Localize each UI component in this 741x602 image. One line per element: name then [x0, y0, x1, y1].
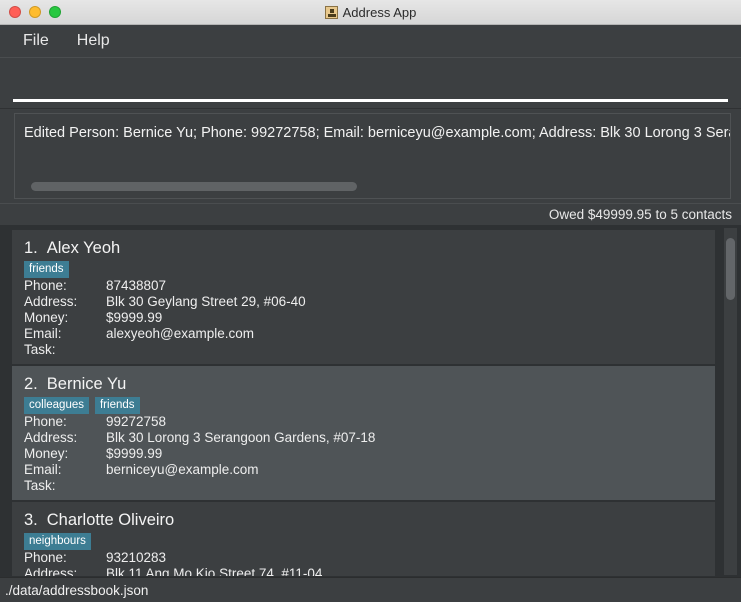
field-label-phone: Phone: — [24, 414, 67, 429]
person-field-phone: Phone: 99272758 — [24, 414, 715, 430]
person-list-panel: 1. Alex Yeoh friends Phone: 87438807 Address:… — [0, 225, 741, 577]
person-tags: neighbours — [24, 532, 715, 550]
menu-item-file[interactable]: File — [17, 30, 55, 52]
window-title: Address App — [342, 5, 417, 20]
person-field-money: Money: $9999.99 — [24, 310, 715, 326]
person-index: 3. — [24, 511, 38, 529]
person-field-address: Address: Blk 30 Geylang Street 29, #06-40 — [24, 294, 715, 310]
maximize-button[interactable] — [49, 6, 61, 18]
field-label-email: Email: — [24, 326, 62, 341]
field-label-money: Money: — [24, 310, 69, 325]
field-value-address: Blk 11 Ang Mo Kio Street 74, #11-04 — [106, 566, 323, 576]
minimize-button[interactable] — [29, 6, 41, 18]
field-value-phone: 93210283 — [106, 550, 167, 565]
field-value-money: $9999.99 — [106, 310, 163, 325]
person-field-email: Email: berniceyu@example.com — [24, 462, 715, 478]
save-location-path: ./data/addressbook.json — [5, 582, 149, 598]
window-title-group: Address App — [0, 0, 741, 25]
result-display-container: Edited Person: Bernice Yu; Phone: 992727… — [0, 108, 741, 203]
person-field-task: Task: — [24, 342, 715, 358]
person-index: 2. — [24, 375, 38, 393]
person-card-header: 3. Charlotte Oliveiro — [24, 509, 715, 531]
field-value-phone: 99272758 — [106, 414, 167, 429]
window-controls — [9, 6, 61, 18]
person-index: 1. — [24, 239, 38, 257]
field-value-money: $9999.99 — [106, 446, 163, 461]
person-card[interactable]: 3. Charlotte Oliveiro neighbours Phone: 9321… — [12, 502, 715, 576]
person-field-money: Money: $9999.99 — [24, 446, 715, 462]
tag-badge: colleagues — [24, 396, 89, 414]
person-name: Alex Yeoh — [46, 239, 121, 257]
result-display-text: Edited Person: Bernice Yu; Phone: 992727… — [24, 125, 730, 141]
person-list[interactable]: 1. Alex Yeoh friends Phone: 87438807 Address:… — [12, 230, 715, 576]
field-value-email: berniceyu@example.com — [106, 462, 259, 477]
person-field-phone: Phone: 93210283 — [24, 550, 715, 566]
field-label-task: Task: — [24, 342, 56, 357]
person-field-address: Address: Blk 11 Ang Mo Kio Street 74, #11… — [24, 566, 715, 576]
field-label-money: Money: — [24, 446, 69, 461]
command-box-container — [0, 57, 741, 107]
menu-item-help[interactable]: Help — [71, 30, 116, 52]
field-label-phone: Phone: — [24, 278, 67, 293]
owed-total-bar: Owed $49999.95 to 5 contacts — [0, 203, 741, 225]
person-card-icon — [324, 6, 338, 19]
close-button[interactable] — [9, 6, 21, 18]
person-card-header: 1. Alex Yeoh — [24, 237, 715, 259]
person-field-task: Task: — [24, 478, 715, 494]
command-input[interactable] — [13, 62, 728, 102]
owed-total-text: Owed $49999.95 to 5 contacts — [548, 207, 732, 222]
result-hscrollbar-track[interactable] — [17, 182, 728, 195]
field-value-phone: 87438807 — [106, 278, 167, 293]
field-value-address: Blk 30 Geylang Street 29, #06-40 — [106, 294, 306, 309]
tag-badge: friends — [24, 260, 69, 278]
person-tags: colleagues friends — [24, 396, 715, 414]
menu-bar: File Help — [0, 25, 741, 57]
tag-badge: neighbours — [24, 532, 91, 550]
person-name: Bernice Yu — [46, 375, 127, 393]
field-value-address: Blk 30 Lorong 3 Serangoon Gardens, #07-1… — [106, 430, 376, 445]
person-card[interactable]: 2. Bernice Yu colleagues friends Phone: 99272… — [12, 366, 715, 500]
tag-badge: friends — [94, 396, 140, 414]
field-label-address: Address: — [24, 294, 78, 309]
person-name: Charlotte Oliveiro — [46, 511, 175, 529]
field-label-phone: Phone: — [24, 550, 67, 565]
person-field-email: Email: alexyeoh@example.com — [24, 326, 715, 342]
field-label-address: Address: — [24, 430, 78, 445]
person-field-phone: Phone: 87438807 — [24, 278, 715, 294]
person-list-vscrollbar-thumb[interactable] — [726, 238, 735, 300]
status-bar: ./data/addressbook.json — [0, 577, 741, 602]
person-field-address: Address: Blk 30 Lorong 3 Serangoon Garden… — [24, 430, 715, 446]
result-display-box: Edited Person: Bernice Yu; Phone: 992727… — [14, 113, 731, 199]
person-card-header: 2. Bernice Yu — [24, 373, 715, 395]
field-label-email: Email: — [24, 462, 62, 477]
person-tags: friends — [24, 260, 715, 278]
person-card[interactable]: 1. Alex Yeoh friends Phone: 87438807 Address:… — [12, 230, 715, 364]
field-label-task: Task: — [24, 478, 56, 493]
field-value-email: alexyeoh@example.com — [106, 326, 255, 341]
address-app-window: Address App File Help Edited Person: Ber… — [0, 0, 741, 602]
result-hscrollbar-thumb[interactable] — [31, 182, 357, 191]
field-label-address: Address: — [24, 566, 78, 576]
window-titlebar: Address App — [0, 0, 741, 25]
